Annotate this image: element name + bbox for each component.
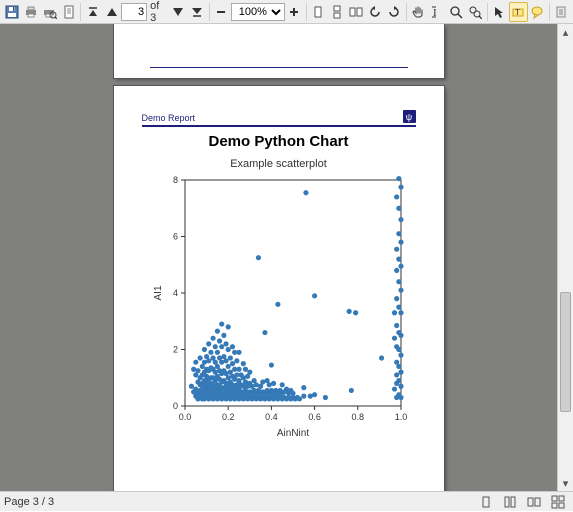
print-preview-button[interactable] <box>40 2 59 22</box>
first-page-button[interactable] <box>83 2 102 22</box>
svg-text:2: 2 <box>172 345 177 355</box>
scroll-thumb[interactable] <box>560 292 571 412</box>
print-button[interactable] <box>21 2 40 22</box>
fit-single-button[interactable] <box>309 2 328 22</box>
rotate-ccw-button[interactable] <box>366 2 385 22</box>
facing-mode-button[interactable] <box>523 492 545 512</box>
zoom-in-button[interactable] <box>285 2 304 22</box>
statusbar: Page 3 / 3 <box>0 491 573 511</box>
svg-text:AI1: AI1 <box>153 285 164 300</box>
pointer-tool-button[interactable] <box>490 2 509 22</box>
zoom-out-button[interactable] <box>212 2 231 22</box>
svg-text:4: 4 <box>172 288 177 298</box>
svg-text:1.0: 1.0 <box>394 412 407 422</box>
current-page: Demo Report ψ Demo Python Chart Example … <box>114 86 444 491</box>
svg-text:0.8: 0.8 <box>351 412 364 422</box>
page-number-input[interactable] <box>121 3 147 21</box>
svg-text:T: T <box>515 8 520 17</box>
save-button[interactable] <box>2 2 21 22</box>
export-button[interactable] <box>552 2 571 22</box>
fit-continuous-button[interactable] <box>328 2 347 22</box>
chart-subtitle: Example scatterplot <box>142 158 416 170</box>
dynamic-zoom-button[interactable] <box>466 2 485 22</box>
previous-page-tail <box>114 24 444 78</box>
svg-text:AinNint: AinNint <box>276 428 308 439</box>
page-setup-button[interactable] <box>59 2 78 22</box>
svg-text:6: 6 <box>172 232 177 242</box>
report-header-title: Demo Report <box>142 113 196 123</box>
scatter-chart: 0.0 0.2 0.4 0.6 0.8 1.0 0 2 4 6 8 AinNint AI1 <box>149 172 409 442</box>
vertical-scrollbar[interactable]: ▴ ▾ <box>557 24 573 491</box>
svg-text:0.6: 0.6 <box>308 412 321 422</box>
scroll-down-icon[interactable]: ▾ <box>558 475 573 491</box>
document-viewer: Demo Report ψ Demo Python Chart Example … <box>0 24 573 491</box>
svg-text:0: 0 <box>172 401 177 411</box>
page-total-label: of 3 <box>147 0 169 24</box>
page-footer-rule <box>150 67 408 68</box>
continuous-mode-button[interactable] <box>499 492 521 512</box>
logo-icon: ψ <box>403 110 416 123</box>
zoom-tool-button[interactable] <box>447 2 466 22</box>
svg-text:0.4: 0.4 <box>265 412 278 422</box>
toolbar: of 3 100% I T <box>0 0 573 24</box>
svg-text:0.2: 0.2 <box>221 412 234 422</box>
single-page-mode-button[interactable] <box>475 492 497 512</box>
last-page-button[interactable] <box>188 2 207 22</box>
next-page-button[interactable] <box>169 2 188 22</box>
svg-text:0.0: 0.0 <box>178 412 191 422</box>
text-select-button[interactable]: I <box>428 2 447 22</box>
prev-page-button[interactable] <box>102 2 121 22</box>
rotate-cw-button[interactable] <box>385 2 404 22</box>
chart-container: 0.0 0.2 0.4 0.6 0.8 1.0 0 2 4 6 8 AinNint AI1 <box>142 172 416 442</box>
comment-tool-button[interactable] <box>528 2 547 22</box>
chart-main-title: Demo Python Chart <box>142 133 416 150</box>
highlight-tool-button[interactable]: T <box>509 2 528 22</box>
hand-tool-button[interactable] <box>409 2 428 22</box>
scroll-up-icon[interactable]: ▴ <box>558 24 573 40</box>
facing-continuous-mode-button[interactable] <box>547 492 569 512</box>
status-page-indicator: Page 3 / 3 <box>4 496 54 508</box>
fit-facing-button[interactable] <box>347 2 366 22</box>
zoom-select[interactable]: 100% <box>231 3 285 21</box>
svg-text:8: 8 <box>172 175 177 185</box>
